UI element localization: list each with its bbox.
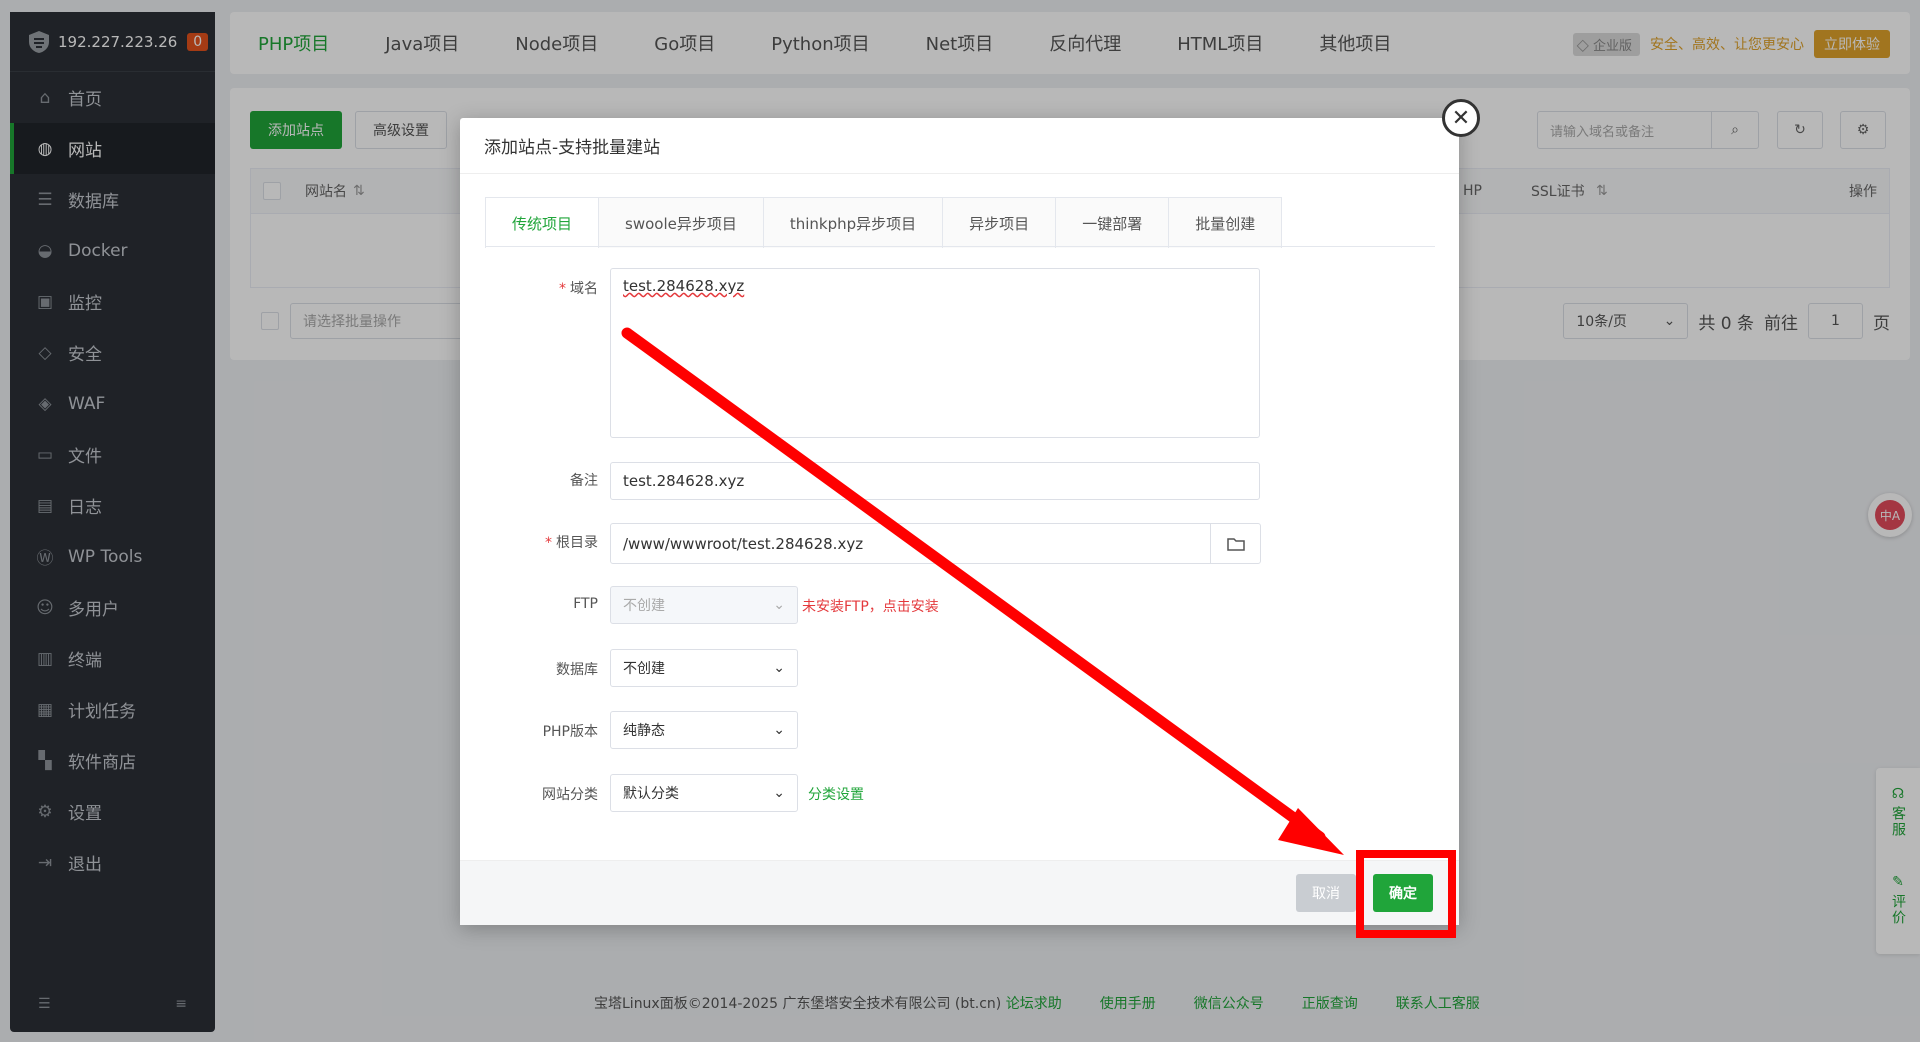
database-select[interactable]: 不创建 ⌄	[610, 649, 798, 687]
tabs-divider	[485, 246, 1435, 247]
chevron-down-icon: ⌄	[773, 722, 785, 738]
install-ftp-link[interactable]: 未安装FTP，点击安装	[802, 596, 939, 616]
chevron-down-icon: ⌄	[773, 660, 785, 676]
add-site-dialog: 添加站点-支持批量建站 传统项目 swoole异步项目 thinkphp异步项目…	[460, 118, 1459, 925]
php-version-select[interactable]: 纯静态 ⌄	[610, 711, 798, 749]
tab-batch-create[interactable]: 批量创建	[1169, 198, 1282, 248]
folder-icon	[1226, 537, 1245, 551]
chevron-down-icon: ⌄	[773, 597, 785, 613]
browse-folder-button[interactable]	[1210, 523, 1261, 564]
dialog-title: 添加站点-支持批量建站	[460, 118, 1459, 174]
project-mode-tabs: 传统项目 swoole异步项目 thinkphp异步项目 异步项目 一键部署 批…	[485, 197, 1283, 248]
tab-swoole-async[interactable]: swoole异步项目	[599, 198, 764, 248]
domain-textarea[interactable]: test.284628.xyz	[610, 268, 1260, 438]
ftp-select[interactable]: 不创建 ⌄	[610, 586, 798, 624]
site-category-select[interactable]: 默认分类 ⌄	[610, 774, 798, 812]
close-dialog-button[interactable]: ✕	[1442, 99, 1480, 137]
cancel-button[interactable]: 取消	[1296, 874, 1356, 912]
site-category-label: 网站分类	[542, 787, 598, 803]
close-icon: ✕	[1451, 105, 1471, 131]
remark-input[interactable]: test.284628.xyz	[610, 462, 1260, 500]
category-settings-link[interactable]: 分类设置	[808, 784, 864, 804]
tab-traditional[interactable]: 传统项目	[486, 198, 600, 248]
tab-async[interactable]: 异步项目	[943, 198, 1057, 248]
database-label: 数据库	[556, 662, 598, 678]
tab-one-click-deploy[interactable]: 一键部署	[1056, 198, 1170, 248]
root-dir-label: * 根目录	[545, 535, 598, 551]
domain-label: * 域名	[559, 281, 598, 297]
remark-label: 备注	[570, 473, 598, 489]
php-version-label: PHP版本	[542, 724, 598, 740]
tab-thinkphp-async[interactable]: thinkphp异步项目	[763, 198, 944, 248]
confirm-button[interactable]: 确定	[1373, 874, 1433, 912]
chevron-down-icon: ⌄	[773, 785, 785, 801]
root-dir-input[interactable]: /www/wwwroot/test.284628.xyz	[610, 523, 1211, 564]
ftp-label: FTP	[573, 596, 598, 612]
